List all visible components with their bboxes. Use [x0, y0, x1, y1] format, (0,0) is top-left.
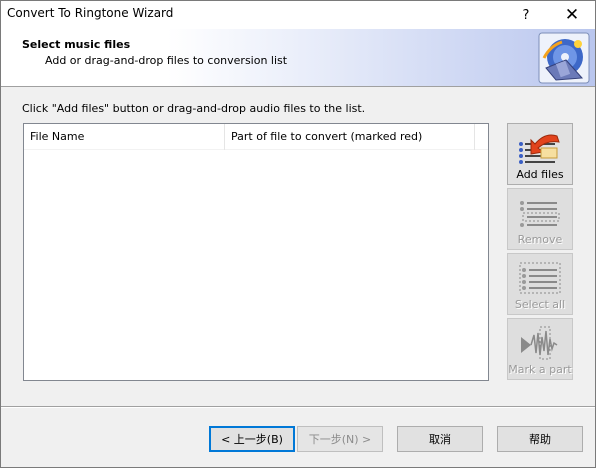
file-list-header: File Name Part of file to convert (marke… — [24, 124, 488, 150]
remove-button[interactable]: Remove — [507, 188, 573, 250]
next-button[interactable]: 下一步(N) > — [297, 426, 383, 452]
cancel-button[interactable]: 取消 — [397, 426, 483, 452]
add-files-icon — [519, 134, 560, 164]
window-title: Convert To Ringtone Wizard — [7, 6, 174, 20]
title-bar: Convert To Ringtone Wizard ? ✕ — [1, 1, 595, 29]
wizard-window: Convert To Ringtone Wizard ? ✕ Select mu… — [0, 0, 596, 468]
footer-separator — [1, 406, 595, 408]
mark-part-icon — [521, 326, 558, 360]
add-files-button[interactable]: Add files — [507, 123, 573, 185]
wizard-header: Select music files Add or drag-and-drop … — [1, 29, 595, 87]
instruction-text: Click "Add files" button or drag-and-dro… — [22, 102, 366, 115]
mark-part-label: Mark a part — [508, 363, 572, 376]
title-close-button[interactable]: ✕ — [549, 1, 595, 29]
file-list[interactable]: File Name Part of file to convert (marke… — [23, 123, 489, 381]
mark-part-button[interactable]: Mark a part — [507, 318, 573, 380]
column-header-file-name[interactable]: File Name — [24, 124, 225, 150]
wizard-disc-icon — [538, 32, 590, 84]
remove-icon — [520, 201, 560, 227]
select-all-icon — [519, 262, 561, 294]
select-all-button[interactable]: Select all — [507, 253, 573, 315]
help-button[interactable]: 帮助 — [497, 426, 583, 452]
add-files-label: Add files — [516, 168, 564, 181]
select-all-label: Select all — [514, 298, 566, 311]
back-button[interactable]: < 上一步(B) — [209, 426, 295, 452]
column-header-part[interactable]: Part of file to convert (marked red) — [225, 124, 475, 150]
remove-label: Remove — [517, 233, 563, 246]
title-help-button[interactable]: ? — [503, 1, 549, 29]
header-subtitle: Add or drag-and-drop files to conversion… — [45, 54, 288, 67]
header-title: Select music files — [22, 38, 131, 51]
